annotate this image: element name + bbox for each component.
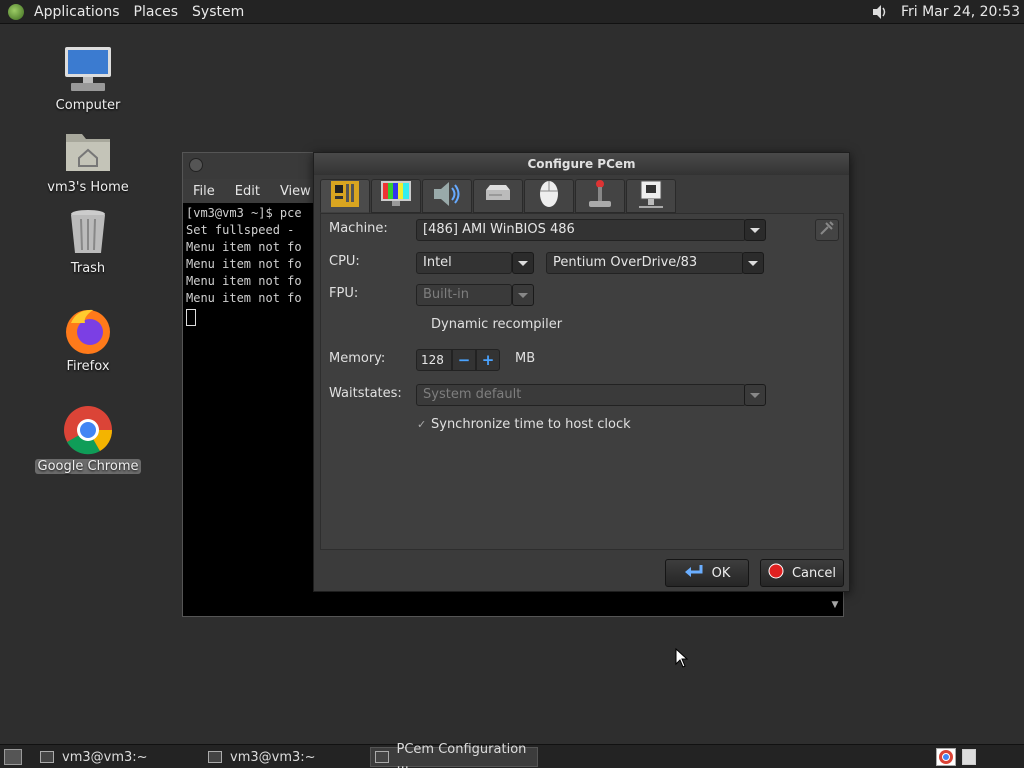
mouse-icon — [534, 179, 564, 213]
network-icon — [636, 179, 666, 213]
desktop-icon-chrome[interactable]: Google Chrome — [33, 405, 143, 474]
task-label: PCem Configuration ... — [396, 742, 527, 768]
top-panel: Applications Places System Fri Mar 24, 2… — [0, 0, 1024, 24]
desktop-icon-label: Computer — [55, 98, 121, 113]
bottom-panel: vm3@vm3:~ vm3@vm3:~ PCem Configuration .… — [0, 742, 1024, 768]
desktop-icon-firefox[interactable]: Firefox — [33, 305, 143, 374]
desktop-icon-trash[interactable]: Trash — [33, 207, 143, 276]
taskbar-item-pcem[interactable]: PCem Configuration ... — [370, 742, 538, 768]
machine-dropdown-button[interactable] — [744, 219, 766, 241]
cpu-vendor-select[interactable]: Intel — [416, 252, 512, 274]
firefox-icon — [63, 305, 113, 355]
trash-icon — [63, 207, 113, 257]
chevron-down-icon — [750, 392, 760, 398]
tab-bar — [320, 179, 677, 213]
terminal-cursor — [186, 309, 196, 326]
menu-applications[interactable]: Applications — [34, 4, 120, 20]
task-label: vm3@vm3:~ — [230, 749, 316, 765]
menu-view[interactable]: View — [280, 184, 311, 199]
menu-file[interactable]: File — [193, 184, 215, 199]
memory-unit-label: MB — [515, 351, 536, 366]
tab-machine[interactable] — [320, 179, 370, 213]
configure-dialog[interactable]: Configure PCem Machine: [486] AMI WinBIO… — [313, 152, 850, 592]
cpu-label: CPU: — [329, 254, 360, 269]
memory-input[interactable]: 128 — [416, 349, 452, 371]
desktop-icon-label: Firefox — [66, 359, 110, 374]
memory-decrement-button[interactable]: − — [452, 349, 476, 371]
ok-label: OK — [711, 565, 731, 581]
dynarec-checkbox[interactable] — [417, 319, 429, 331]
tab-storage[interactable] — [473, 179, 523, 213]
chrome-icon — [63, 405, 113, 455]
desktop-icon-home[interactable]: vm3's Home — [33, 126, 143, 195]
desktop-icon-label: Google Chrome — [34, 459, 142, 474]
tab-mouse[interactable] — [524, 179, 574, 213]
fpu-dropdown-button[interactable] — [512, 284, 534, 306]
machine-configure-button[interactable] — [815, 219, 839, 241]
task-label: vm3@vm3:~ — [62, 749, 148, 765]
volume-icon[interactable] — [871, 3, 889, 21]
machine-select[interactable]: [486] AMI WinBIOS 486 — [416, 219, 746, 241]
tab-joystick[interactable] — [575, 179, 625, 213]
tools-icon — [819, 220, 835, 240]
tab-sound[interactable] — [422, 179, 472, 213]
cancel-button[interactable]: Cancel — [760, 559, 844, 587]
sync-time-label: Synchronize time to host clock — [431, 417, 631, 432]
distro-logo-icon[interactable] — [8, 3, 24, 20]
motherboard-icon — [330, 180, 360, 212]
show-desktop-icon[interactable] — [4, 749, 22, 765]
scroll-down-icon[interactable]: ▼ — [829, 600, 841, 614]
tray-chrome-icon[interactable] — [936, 748, 956, 766]
mouse-pointer-icon — [675, 647, 689, 672]
window-close-icon[interactable] — [189, 158, 203, 172]
tab-display[interactable] — [371, 179, 421, 213]
home-folder-icon — [63, 126, 113, 176]
menu-system[interactable]: System — [192, 4, 244, 20]
menu-edit[interactable]: Edit — [235, 184, 260, 199]
machine-label: Machine: — [329, 221, 388, 236]
cpu-model-dropdown-button[interactable] — [742, 252, 764, 274]
memory-label: Memory: — [329, 351, 386, 366]
ok-button[interactable]: OK — [665, 559, 749, 587]
tab-network[interactable] — [626, 179, 676, 213]
cpu-vendor-dropdown-button[interactable] — [512, 252, 534, 274]
enter-arrow-icon — [684, 563, 704, 583]
settings-panel: Machine: [486] AMI WinBIOS 486 CPU: Inte… — [320, 213, 844, 550]
taskbar-item-terminal-1[interactable]: vm3@vm3:~ — [36, 747, 196, 767]
computer-icon — [63, 44, 113, 94]
dynarec-label: Dynamic recompiler — [431, 317, 563, 332]
waitstates-label: Waitstates: — [329, 386, 402, 401]
desktop-icon-computer[interactable]: Computer — [33, 44, 143, 113]
sync-time-checkbox[interactable]: ✓ — [417, 419, 429, 431]
waitstates-dropdown-button[interactable] — [744, 384, 766, 406]
desktop-icon-label: vm3's Home — [47, 180, 129, 195]
fpu-label: FPU: — [329, 286, 359, 301]
harddisk-icon — [482, 180, 514, 212]
fpu-select[interactable]: Built-in — [416, 284, 512, 306]
memory-increment-button[interactable]: + — [476, 349, 500, 371]
joystick-icon — [585, 179, 615, 213]
terminal-icon — [208, 751, 222, 763]
taskbar-item-terminal-2[interactable]: vm3@vm3:~ — [204, 747, 364, 767]
chevron-down-icon — [750, 227, 760, 233]
clock[interactable]: Fri Mar 24, 20:53 — [901, 4, 1020, 20]
window-icon — [375, 751, 389, 763]
chevron-down-icon — [518, 260, 528, 266]
menu-places[interactable]: Places — [134, 4, 179, 20]
dialog-title[interactable]: Configure PCem — [314, 153, 849, 175]
chevron-down-icon — [518, 292, 528, 298]
panel-tray: Fri Mar 24, 20:53 — [871, 0, 1024, 24]
stop-icon — [768, 563, 784, 583]
speaker-icon — [431, 180, 463, 212]
waitstates-select[interactable]: System default — [416, 384, 746, 406]
monitor-icon — [380, 180, 412, 212]
chevron-down-icon — [748, 260, 758, 266]
cancel-label: Cancel — [791, 565, 837, 581]
workspace-switcher-icon[interactable] — [962, 749, 976, 765]
terminal-icon — [40, 751, 54, 763]
desktop-icon-label: Trash — [70, 261, 106, 276]
cpu-model-select[interactable]: Pentium OverDrive/83 — [546, 252, 744, 274]
